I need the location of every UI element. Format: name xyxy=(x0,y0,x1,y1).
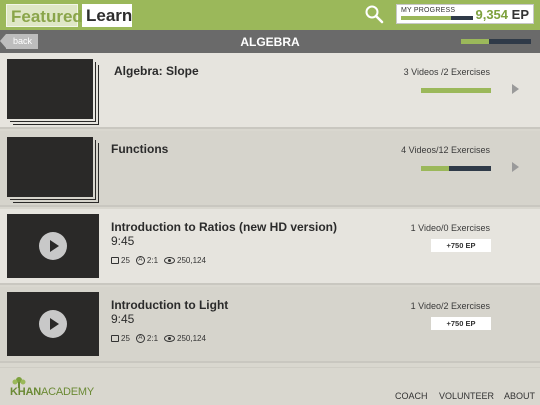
tab-learn[interactable]: Learn xyxy=(82,4,132,27)
eye-icon xyxy=(164,335,176,342)
progress-bar-fill xyxy=(401,16,452,20)
chevron-right-icon[interactable] xyxy=(512,162,519,172)
comment-count: 25 xyxy=(121,334,130,343)
playlist-row[interactable]: Functions 4 Videos/12 Exercises xyxy=(0,131,540,207)
playlist-progress-bar xyxy=(421,88,491,93)
view-count: 250,124 xyxy=(177,256,206,265)
top-bar: Featured Learn MY PROGRESS 9,354 EP xyxy=(0,0,540,30)
progress-label: MY PROGRESS xyxy=(401,7,456,14)
answer-icon: A xyxy=(135,334,145,343)
ep-reward-unit: EP xyxy=(465,319,476,328)
section-progress-fill xyxy=(461,39,489,44)
view-count: 250,124 xyxy=(177,334,206,343)
video-thumbnail[interactable] xyxy=(7,292,99,356)
video-row[interactable]: Introduction to Light 9:45 1 Video/2 Exe… xyxy=(0,287,540,363)
playlist-progress-bar xyxy=(421,166,491,171)
comment-icon xyxy=(111,335,119,342)
video-stats: 25 A 2:1 250,124 xyxy=(111,256,206,265)
ep-reward-value: +750 xyxy=(446,319,464,328)
answer-ratio: 2:1 xyxy=(146,334,159,343)
page-title: ALGEBRA xyxy=(240,35,300,49)
play-icon[interactable] xyxy=(39,232,67,260)
playlist-thumbnail xyxy=(7,137,93,197)
progress-bar xyxy=(401,16,473,20)
comment-icon xyxy=(111,257,119,264)
my-progress-widget[interactable]: MY PROGRESS 9,354 EP xyxy=(396,4,534,24)
video-thumbnail[interactable] xyxy=(7,214,99,278)
coach-link[interactable]: COACH xyxy=(395,391,428,401)
playlist-row[interactable]: Algebra: Slope 3 Videos /2 Exercises xyxy=(0,53,540,129)
playlist-progress-fill xyxy=(421,166,449,171)
video-meta: 1 Video/2 Exercises xyxy=(410,301,490,311)
footer: KHANACADEMY COACH VOLUNTEER ABOUT xyxy=(0,367,540,405)
progress-points: 9,354 EP xyxy=(475,7,529,22)
play-icon[interactable] xyxy=(39,310,67,338)
video-row[interactable]: Introduction to Ratios (new HD version) … xyxy=(0,209,540,285)
comment-count: 25 xyxy=(121,256,130,265)
ep-reward-badge: +750 EP xyxy=(431,239,491,252)
progress-points-unit: EP xyxy=(511,7,529,22)
playlist-progress-fill xyxy=(421,88,491,93)
playlist-title: Functions xyxy=(111,142,169,156)
tab-featured[interactable]: Featured xyxy=(6,4,83,27)
playlist-title: Algebra: Slope xyxy=(114,64,199,78)
answer-ratio: 2:1 xyxy=(146,256,159,265)
search-icon[interactable] xyxy=(364,4,384,24)
video-title: Introduction to Light xyxy=(111,298,229,312)
khan-academy-logo[interactable]: KHANACADEMY xyxy=(10,386,94,398)
volunteer-link[interactable]: VOLUNTEER xyxy=(439,391,494,401)
video-duration: 9:45 xyxy=(111,312,135,326)
section-progress-bar xyxy=(461,39,531,44)
playlist-meta: 4 Videos/12 Exercises xyxy=(401,145,490,155)
playlist-meta: 3 Videos /2 Exercises xyxy=(403,67,490,77)
ep-reward-unit: EP xyxy=(465,241,476,250)
logo-thin: ACADEMY xyxy=(40,386,94,398)
video-meta: 1 Video/0 Exercises xyxy=(410,223,490,233)
playlist-thumbnail xyxy=(7,59,93,119)
section-header: back ALGEBRA xyxy=(0,30,540,53)
ep-reward-badge: +750 EP xyxy=(431,317,491,330)
video-title: Introduction to Ratios (new HD version) xyxy=(111,220,338,234)
video-duration: 9:45 xyxy=(111,234,135,248)
ep-reward-value: +750 xyxy=(446,241,464,250)
answer-icon: A xyxy=(135,256,145,265)
progress-points-value: 9,354 xyxy=(475,7,509,22)
about-link[interactable]: ABOUT xyxy=(504,391,535,401)
video-stats: 25 A 2:1 250,124 xyxy=(111,334,206,343)
chevron-right-icon[interactable] xyxy=(512,84,519,94)
logo-bold: KHAN xyxy=(10,386,41,398)
eye-icon xyxy=(164,257,176,264)
